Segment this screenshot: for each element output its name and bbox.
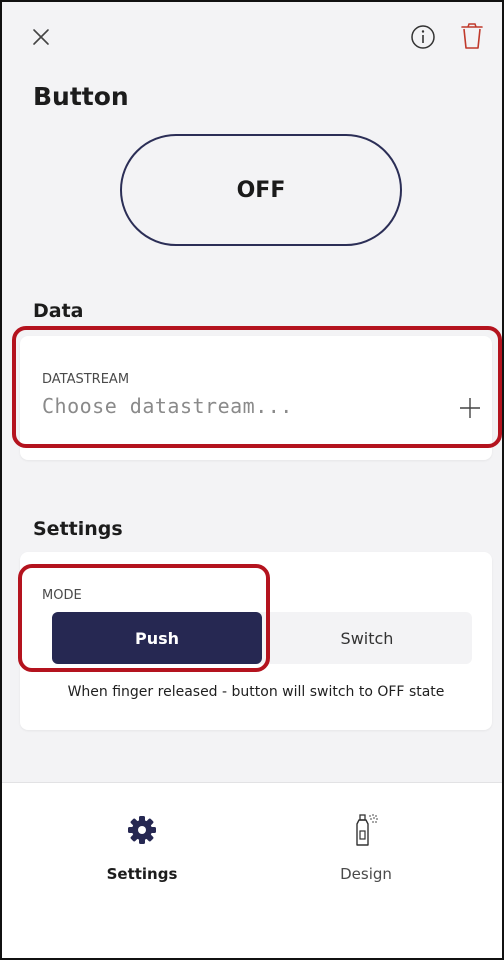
nav-item-design[interactable]: Design: [296, 813, 436, 883]
button-preview-label: OFF: [236, 177, 286, 203]
app-screen: Button OFF Data DATASTREAM Choose datast…: [0, 0, 504, 960]
gear-icon: [125, 813, 159, 847]
trash-icon: [461, 23, 483, 49]
spray-can-icon: [349, 813, 383, 847]
mode-label: MODE: [42, 588, 82, 603]
nav-label-design: Design: [340, 865, 392, 883]
datastream-card[interactable]: DATASTREAM Choose datastream...: [20, 336, 492, 460]
widget-title: Button: [33, 82, 129, 111]
info-icon: [411, 25, 435, 49]
data-section-title: Data: [33, 300, 84, 322]
bottom-navigation: Settings Design: [2, 782, 502, 958]
settings-section-title: Settings: [33, 518, 123, 540]
info-button[interactable]: [408, 22, 438, 52]
nav-item-settings[interactable]: Settings: [72, 813, 212, 883]
plus-icon: [460, 398, 480, 418]
delete-button[interactable]: [456, 20, 488, 52]
close-button[interactable]: [26, 22, 56, 52]
datastream-select[interactable]: Choose datastream...: [42, 394, 293, 418]
add-datastream-button[interactable]: [458, 396, 482, 420]
mode-settings-card: MODE Push Switch When finger released - …: [20, 552, 492, 730]
mode-segmented-control: Push Switch: [52, 612, 472, 664]
mode-switch-option[interactable]: Switch: [262, 612, 472, 664]
button-preview[interactable]: OFF: [120, 134, 402, 246]
mode-hint-text: When finger released - button will switc…: [67, 684, 445, 700]
top-bar: [2, 2, 502, 72]
mode-push-option[interactable]: Push: [52, 612, 262, 664]
close-icon: [33, 29, 49, 45]
datastream-label: DATASTREAM: [42, 372, 130, 387]
nav-label-settings: Settings: [106, 865, 178, 883]
